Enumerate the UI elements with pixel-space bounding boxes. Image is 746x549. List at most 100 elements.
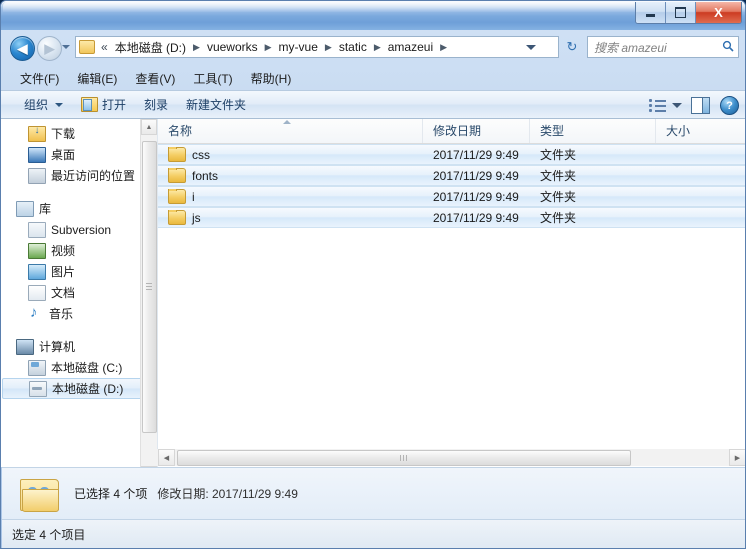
sidebar-item-recent-places[interactable]: 最近访问的位置 xyxy=(2,165,157,186)
menu-item-edit[interactable]: 编辑(E) xyxy=(68,68,126,89)
sidebar-item-drive-c[interactable]: 本地磁盘 (C:) xyxy=(2,357,157,378)
refresh-button[interactable]: ↻ xyxy=(561,36,583,58)
view-mode-icon[interactable] xyxy=(649,98,667,113)
scroll-up-icon[interactable]: ▲ xyxy=(141,119,157,135)
table-row[interactable]: fonts 2017/11/29 9:49 文件夹 xyxy=(158,165,745,186)
back-arrow-icon: ◀ xyxy=(17,40,28,56)
forward-button[interactable]: ▶ xyxy=(37,36,62,61)
preview-pane-icon[interactable] xyxy=(691,97,710,114)
desktop-icon xyxy=(28,146,46,163)
file-name-cell: i xyxy=(158,189,423,204)
search-input[interactable]: 搜索 amazeui xyxy=(587,36,739,58)
title-bar[interactable]: X xyxy=(1,1,745,30)
refresh-icon: ↻ xyxy=(566,39,578,54)
chevron-right-icon[interactable]: ▶ xyxy=(189,42,204,53)
breadcrumb[interactable]: « 本地磁盘 (D:) ▶ vueworks ▶ my-vue ▶ static… xyxy=(75,36,559,58)
search-icon[interactable] xyxy=(718,40,738,55)
close-button[interactable]: X xyxy=(696,2,741,23)
chevron-right-icon[interactable]: ▶ xyxy=(370,42,385,53)
sidebar-item-libraries[interactable]: 库 xyxy=(2,198,157,219)
navigation-pane: 下载 桌面 最近访问的位置 库 Subversion xyxy=(2,119,158,467)
file-date-cell: 2017/11/29 9:49 xyxy=(433,168,519,183)
sidebar-item-label: 音乐 xyxy=(49,307,74,321)
recent-places-icon xyxy=(28,167,46,184)
table-row[interactable]: i 2017/11/29 9:49 文件夹 xyxy=(158,186,745,207)
sidebar-item-downloads[interactable]: 下载 xyxy=(2,123,157,144)
sidebar-item-label: 计算机 xyxy=(39,340,76,354)
sidebar-item-subversion[interactable]: Subversion xyxy=(2,219,157,240)
folder-icon xyxy=(168,147,186,162)
horizontal-scroll-track[interactable] xyxy=(175,449,729,466)
music-icon xyxy=(28,304,44,321)
column-header-name[interactable]: 名称 xyxy=(158,119,423,143)
burn-button[interactable]: 刻录 xyxy=(135,93,177,116)
organize-button[interactable]: 组织 xyxy=(15,93,72,116)
file-list-horizontal-scrollbar[interactable]: ◀ ▶ xyxy=(158,449,745,466)
file-date-cell: 2017/11/29 9:49 xyxy=(433,189,519,204)
chevron-right-icon[interactable]: ▶ xyxy=(261,42,276,53)
folder-icon xyxy=(168,168,186,183)
sidebar-item-videos[interactable]: 视频 xyxy=(2,240,157,261)
folder-icon xyxy=(168,210,186,225)
chevron-right-icon[interactable]: ▶ xyxy=(321,42,336,53)
sidebar-item-label: 本地磁盘 (D:) xyxy=(52,382,124,396)
maximize-button[interactable] xyxy=(666,2,696,23)
open-label: 打开 xyxy=(102,98,127,112)
scroll-left-icon[interactable]: ◀ xyxy=(158,449,175,466)
organize-label: 组织 xyxy=(24,98,49,112)
history-dropdown-icon[interactable] xyxy=(62,45,70,49)
breadcrumb-item-1[interactable]: vueworks xyxy=(204,38,261,56)
folder-icon xyxy=(79,40,95,54)
scroll-right-icon[interactable]: ▶ xyxy=(729,449,745,466)
address-bar: ◀ ▶ « 本地磁盘 (D:) ▶ vueworks ▶ my-vue ▶ st… xyxy=(1,30,745,65)
sidebar-scrollbar-thumb[interactable] xyxy=(142,141,157,433)
maximize-icon xyxy=(666,2,695,23)
menu-item-view[interactable]: 查看(V) xyxy=(126,68,184,89)
subversion-icon xyxy=(28,221,46,238)
breadcrumb-item-3[interactable]: static xyxy=(336,38,370,56)
drive-c-icon xyxy=(28,359,46,376)
back-button[interactable]: ◀ xyxy=(10,36,35,61)
breadcrumb-item-2[interactable]: my-vue xyxy=(276,38,321,56)
details-pane: 已选择 4 个项 修改日期: 2017/11/29 9:49 xyxy=(2,467,745,519)
chevron-right-icon[interactable]: ▶ xyxy=(436,42,451,53)
file-name-cell: css xyxy=(158,147,423,162)
sidebar-item-documents[interactable]: 文档 xyxy=(2,282,157,303)
sidebar-item-computer[interactable]: 计算机 xyxy=(2,336,157,357)
details-secondary-label: 修改日期: 2017/11/29 9:49 xyxy=(157,487,298,501)
menu-item-file[interactable]: 文件(F) xyxy=(11,68,68,89)
file-name-label: css xyxy=(192,147,210,162)
pictures-icon xyxy=(28,263,46,280)
new-folder-button[interactable]: 新建文件夹 xyxy=(177,93,255,116)
help-icon[interactable]: ? xyxy=(720,96,739,115)
menu-item-help[interactable]: 帮助(H) xyxy=(242,68,301,89)
table-row[interactable]: js 2017/11/29 9:49 文件夹 xyxy=(158,207,745,228)
chevron-double-left-icon[interactable]: « xyxy=(97,40,112,54)
table-row[interactable]: css 2017/11/29 9:49 文件夹 xyxy=(158,144,745,165)
menu-item-tools[interactable]: 工具(T) xyxy=(184,68,241,89)
details-text: 已选择 4 个项 修改日期: 2017/11/29 9:49 xyxy=(74,485,298,502)
library-icon xyxy=(16,200,34,217)
breadcrumb-item-0[interactable]: 本地磁盘 (D:) xyxy=(112,37,189,57)
breadcrumb-dropdown-icon[interactable] xyxy=(526,45,536,50)
view-mode-dropdown-icon[interactable] xyxy=(672,103,682,108)
open-button[interactable]: 打开 xyxy=(72,93,135,116)
sidebar-item-drive-d[interactable]: 本地磁盘 (D:) xyxy=(2,378,151,399)
column-header-type[interactable]: 类型 xyxy=(530,119,656,143)
sidebar-item-music[interactable]: 音乐 xyxy=(2,303,157,324)
column-header-date[interactable]: 修改日期 xyxy=(423,119,530,143)
sidebar-item-label: 文档 xyxy=(51,286,76,300)
burn-label: 刻录 xyxy=(144,98,169,112)
scrollbar-corner xyxy=(141,449,158,466)
breadcrumb-item-4[interactable]: amazeui xyxy=(385,38,436,56)
sidebar-scrollbar[interactable]: ▲ ▼ xyxy=(140,119,157,467)
close-icon: X xyxy=(714,5,723,20)
file-name-label: i xyxy=(192,189,195,204)
column-header-size[interactable]: 大小 xyxy=(656,119,744,143)
sidebar-list: 下载 桌面 最近访问的位置 库 Subversion xyxy=(2,119,157,399)
sidebar-item-desktop[interactable]: 桌面 xyxy=(2,144,157,165)
sidebar-item-pictures[interactable]: 图片 xyxy=(2,261,157,282)
horizontal-scroll-thumb[interactable] xyxy=(177,450,631,466)
minimize-button[interactable] xyxy=(636,2,666,23)
file-type-cell: 文件夹 xyxy=(540,148,577,162)
